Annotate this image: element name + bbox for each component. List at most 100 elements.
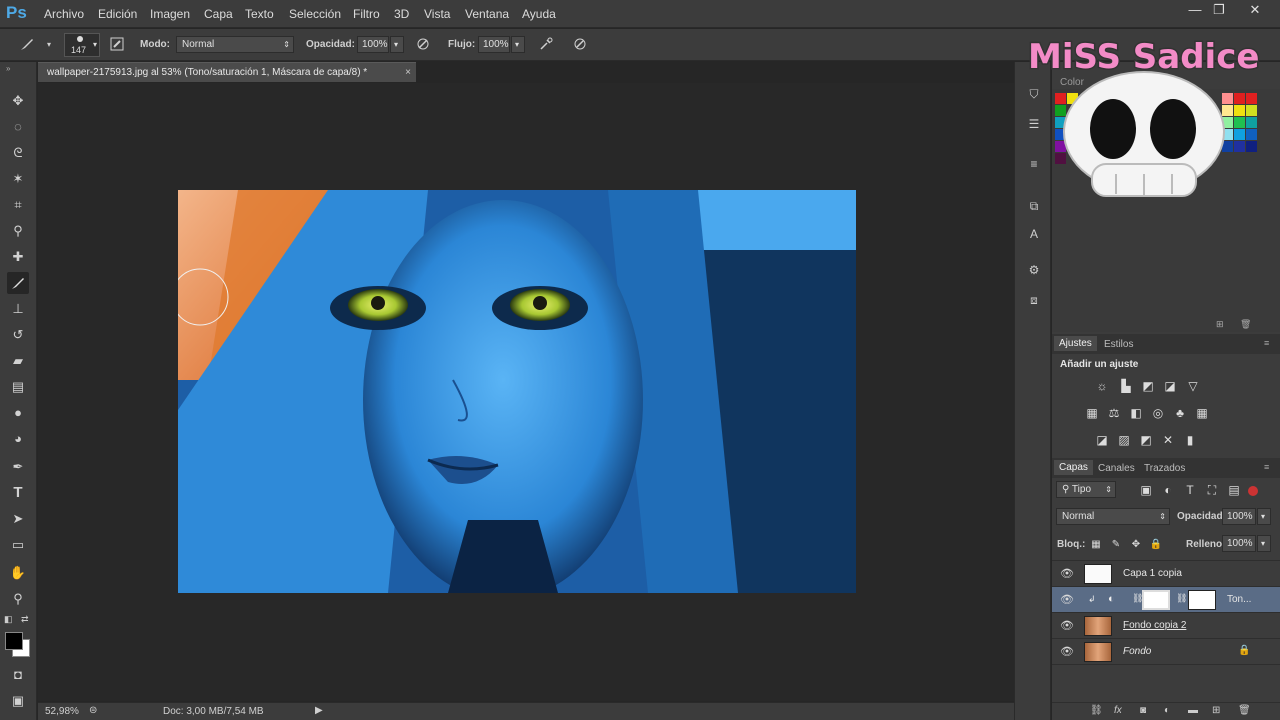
toolbar-collapse-icon[interactable]: » — [6, 64, 10, 73]
link-layers-icon[interactable]: ⛓ — [1090, 705, 1103, 716]
flow-arrow-icon[interactable]: ▾ — [511, 36, 525, 53]
layer-row[interactable]: 👁 Capa 1 copia — [1052, 561, 1280, 587]
fill-arrow-icon[interactable]: ▾ — [1257, 535, 1271, 552]
color-lookup-icon[interactable]: ▦ — [1194, 405, 1210, 421]
opacity-arrow-icon[interactable]: ▾ — [390, 36, 404, 53]
channel-mixer-icon[interactable]: ♣ — [1172, 405, 1188, 421]
quick-mask-icon[interactable]: ◘ — [7, 664, 29, 686]
magic-wand-tool-icon[interactable]: ✶ — [7, 168, 29, 190]
eyedropper-tool-icon[interactable]: ⚲ — [7, 220, 29, 242]
crop-tool-icon[interactable]: ⌗ — [7, 194, 29, 216]
airbrush-icon[interactable] — [537, 36, 555, 54]
type-tool-icon[interactable]: T — [7, 482, 29, 504]
lock-transparent-icon[interactable]: ▦ — [1088, 537, 1104, 553]
layer-style-icon[interactable]: fx — [1114, 705, 1122, 716]
blur-tool-icon[interactable]: ● — [7, 402, 29, 424]
filter-toggle-icon[interactable] — [1248, 486, 1258, 496]
pressure-size-icon[interactable] — [571, 36, 589, 54]
mode-dropdown[interactable]: Normal ⇕ — [176, 36, 294, 53]
hand-tool-icon[interactable]: ✋ — [7, 562, 29, 584]
gradient-tool-icon[interactable]: ▤ — [7, 376, 29, 398]
new-group-icon[interactable]: ▬ — [1188, 705, 1198, 716]
layers-menu-icon[interactable]: ≡ — [1264, 462, 1269, 472]
new-adjustment-icon[interactable]: ◐ — [1164, 705, 1170, 716]
maximize-button[interactable]: ❐ — [1208, 2, 1230, 18]
close-window-button[interactable]: ✕ — [1244, 2, 1266, 18]
fill-input[interactable]: 100% — [1222, 535, 1256, 552]
filter-pixel-icon[interactable]: ▣ — [1138, 482, 1154, 498]
new-layer-icon[interactable]: ⊞ — [1212, 705, 1220, 716]
history-brush-tool-icon[interactable]: ↺ — [7, 324, 29, 346]
eye-icon[interactable]: 👁 — [1060, 645, 1074, 659]
add-mask-icon[interactable]: ◙ — [1140, 705, 1146, 716]
threshold-icon[interactable]: ◩ — [1138, 432, 1154, 448]
gradient-map-icon[interactable]: ▮ — [1182, 432, 1198, 448]
lasso-tool-icon[interactable]: ᘓ — [7, 142, 29, 164]
foreground-color-swatch[interactable] — [5, 632, 23, 650]
menu-3d[interactable]: 3D — [394, 7, 409, 21]
layer-row[interactable]: 👁 Fondo copia 2 — [1052, 613, 1280, 639]
healing-brush-tool-icon[interactable]: ✚ — [7, 246, 29, 268]
filter-shape-icon[interactable]: ⛶ — [1204, 482, 1220, 498]
eye-icon[interactable]: 👁 — [1060, 593, 1074, 607]
menu-vista[interactable]: Vista — [424, 7, 450, 21]
zoom-tool-icon[interactable]: ⚲ — [7, 588, 29, 610]
menu-archivo[interactable]: Archivo — [44, 7, 84, 21]
layer-opacity-input[interactable]: 100% — [1222, 508, 1256, 525]
menu-filtro[interactable]: Filtro — [353, 7, 380, 21]
dodge-tool-icon[interactable]: ◕ — [7, 428, 29, 450]
pressure-opacity-icon[interactable] — [414, 36, 432, 54]
layer-comps-panel-icon[interactable]: ⧈ — [1024, 290, 1044, 310]
hue-saturation-icon[interactable]: ▦ — [1084, 405, 1100, 421]
lock-position-icon[interactable]: ✥ — [1128, 537, 1144, 553]
document-image[interactable] — [178, 190, 856, 593]
close-document-icon[interactable]: × — [405, 63, 411, 82]
layer-row[interactable]: 👁 ↲ ◐ ⛓ ⛓ Ton... — [1052, 587, 1280, 613]
brush-tool-icon[interactable] — [18, 36, 36, 54]
color-balance-icon[interactable]: ⚖ — [1106, 405, 1122, 421]
tab-canales[interactable]: Canales — [1098, 463, 1135, 474]
brush-tool-icon[interactable] — [7, 272, 29, 294]
status-menu-arrow-icon[interactable]: ▶ — [315, 705, 323, 716]
menu-capa[interactable]: Capa — [204, 7, 233, 21]
menu-seleccion[interactable]: Selección — [289, 7, 341, 21]
tab-estilos[interactable]: Estilos — [1104, 339, 1133, 350]
lock-pixels-icon[interactable]: ✎ — [1108, 537, 1124, 553]
eye-icon[interactable]: 👁 — [1060, 567, 1074, 581]
new-swatch-icon[interactable]: ⊞ — [1216, 319, 1224, 330]
lock-all-icon[interactable]: 🔒 — [1148, 537, 1164, 553]
layer-row[interactable]: 👁 Fondo 🔒 — [1052, 639, 1280, 665]
menu-ayuda[interactable]: Ayuda — [522, 7, 556, 21]
brush-panel-icon[interactable] — [108, 36, 126, 54]
menu-imagen[interactable]: Imagen — [150, 7, 190, 21]
brush-size-picker[interactable]: 147 ▾ — [64, 33, 100, 57]
black-white-icon[interactable]: ◧ — [1128, 405, 1144, 421]
filter-type-icon[interactable]: T — [1182, 482, 1198, 498]
filter-smart-icon[interactable]: ▤ — [1226, 482, 1242, 498]
delete-swatch-icon[interactable]: 🗑 — [1240, 319, 1251, 330]
tool-preset-arrow-icon[interactable]: ▾ — [40, 36, 58, 54]
menu-ventana[interactable]: Ventana — [465, 7, 509, 21]
vibrance-icon[interactable]: ▽ — [1185, 378, 1201, 394]
pen-tool-icon[interactable]: ✒ — [7, 456, 29, 478]
exposure-icon[interactable]: ◪ — [1162, 378, 1178, 394]
tab-trazados[interactable]: Trazados — [1144, 463, 1185, 474]
delete-layer-icon[interactable]: 🗑 — [1238, 705, 1251, 716]
status-export-icon[interactable]: ⊜ — [89, 705, 97, 716]
menu-texto[interactable]: Texto — [245, 7, 274, 21]
selective-color-icon[interactable]: ✕ — [1160, 432, 1176, 448]
character-panel-icon[interactable]: A — [1024, 224, 1044, 244]
layer-opacity-arrow-icon[interactable]: ▾ — [1257, 508, 1271, 525]
opacity-input[interactable]: 100% — [357, 36, 389, 53]
document-tab[interactable]: wallpaper-2175913.jpg al 53% (Tono/satur… — [38, 62, 416, 82]
invert-icon[interactable]: ◪ — [1094, 432, 1110, 448]
menu-edicion[interactable]: Edición — [98, 7, 137, 21]
minimize-button[interactable]: — — [1184, 2, 1206, 18]
blend-mode-dropdown[interactable]: Normal ⇕ — [1056, 508, 1170, 525]
marquee-tool-icon[interactable]: ◌ — [7, 116, 29, 138]
screen-mode-icon[interactable]: ▣ — [7, 690, 29, 712]
move-tool-icon[interactable]: ✥ — [7, 90, 29, 112]
curves-icon[interactable]: ◩ — [1140, 378, 1156, 394]
filter-adjustment-icon[interactable]: ◐ — [1160, 482, 1176, 498]
tab-capas[interactable]: Capas — [1054, 460, 1093, 475]
